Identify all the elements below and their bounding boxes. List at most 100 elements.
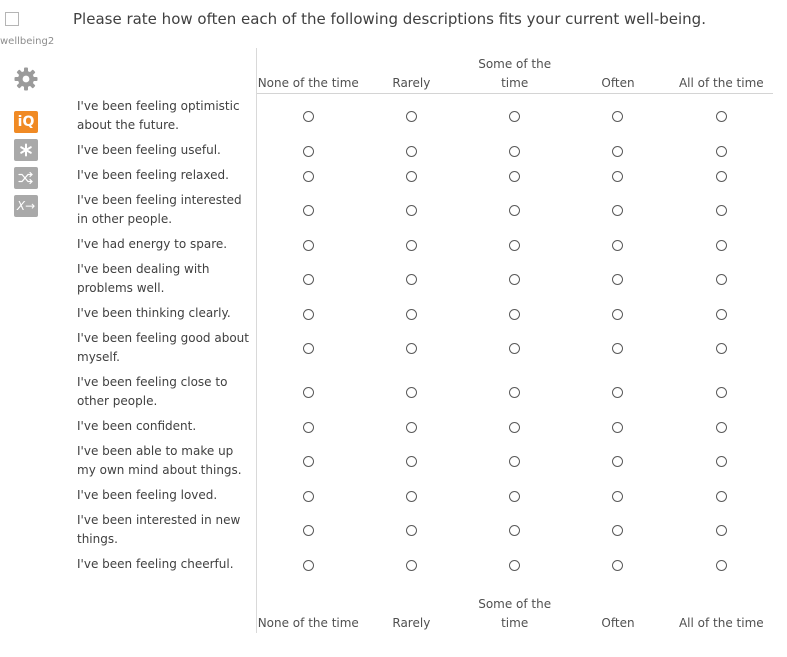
radio-button[interactable] [715, 274, 727, 285]
radio-button[interactable] [509, 387, 521, 398]
radio-button[interactable] [405, 559, 417, 571]
radio-button[interactable] [612, 239, 624, 251]
radio-button[interactable] [509, 421, 521, 433]
radio-button[interactable] [509, 559, 521, 571]
radio-button[interactable] [302, 343, 314, 354]
radio-button[interactable] [405, 274, 417, 285]
radio-button[interactable] [612, 145, 624, 157]
radio-button[interactable] [715, 387, 727, 398]
radio-button[interactable] [715, 525, 727, 536]
radio-button[interactable] [715, 170, 727, 182]
radio-button[interactable] [302, 205, 314, 216]
radio-button[interactable] [405, 456, 417, 467]
radio-button[interactable] [612, 525, 624, 536]
radio-button[interactable] [405, 170, 417, 182]
radio-button[interactable] [612, 343, 624, 354]
radio-button[interactable] [302, 421, 314, 433]
question-select-checkbox[interactable] [5, 12, 19, 26]
radio-button[interactable] [405, 308, 417, 320]
radio-cell [256, 188, 359, 232]
radio-button[interactable] [612, 490, 624, 502]
radio-button[interactable] [302, 170, 314, 182]
radio-cell [670, 552, 773, 577]
radio-button[interactable] [509, 274, 521, 285]
radio-button[interactable] [302, 274, 314, 285]
radio-button[interactable] [405, 421, 417, 433]
radio-button[interactable] [612, 308, 624, 320]
radio-button[interactable] [509, 343, 521, 354]
radio-button[interactable] [509, 490, 521, 502]
radio-button[interactable] [612, 559, 624, 571]
radio-button[interactable] [302, 111, 314, 123]
radio-cell [566, 326, 669, 370]
radio-button[interactable] [302, 239, 314, 251]
radio-button[interactable] [509, 170, 521, 182]
radio-button[interactable] [715, 145, 727, 157]
question-id-label: wellbeing2 [0, 36, 55, 47]
radio-cell [670, 508, 773, 552]
randomize-icon[interactable] [14, 167, 38, 189]
radio-button[interactable] [715, 239, 727, 251]
radio-button[interactable] [405, 490, 417, 502]
radio-button[interactable] [612, 274, 624, 285]
radio-button[interactable] [612, 205, 624, 216]
radio-button[interactable] [302, 559, 314, 571]
radio-button[interactable] [405, 525, 417, 536]
radio-button[interactable] [715, 205, 727, 216]
gear-icon[interactable] [14, 67, 38, 91]
radio-cell [463, 508, 566, 552]
radio-cell [566, 163, 669, 188]
statement-label: I've been feeling good about myself. [73, 325, 257, 370]
matrix-row: I've had energy to spare. [73, 231, 773, 257]
radio-button[interactable] [405, 111, 417, 123]
variable-icon[interactable]: X→ [14, 195, 38, 217]
radio-button[interactable] [612, 170, 624, 182]
radio-button[interactable] [715, 456, 727, 467]
radio-button[interactable] [302, 490, 314, 502]
radio-button[interactable] [715, 490, 727, 502]
radio-button[interactable] [509, 205, 521, 216]
radio-button[interactable] [612, 111, 624, 123]
radio-cell [670, 257, 773, 301]
radio-cell [670, 138, 773, 163]
radio-button[interactable] [302, 456, 314, 467]
radio-button[interactable] [715, 343, 727, 354]
radio-button[interactable] [405, 387, 417, 398]
radio-button[interactable] [612, 456, 624, 467]
radio-button[interactable] [715, 308, 727, 320]
matrix-header: None of the time Rarely Some of the time… [73, 48, 773, 94]
matrix-row: I've been feeling optimistic about the f… [73, 93, 773, 138]
radio-button[interactable] [509, 145, 521, 157]
radio-button[interactable] [302, 308, 314, 320]
radio-button[interactable] [612, 421, 624, 433]
radio-button[interactable] [509, 456, 521, 467]
radio-button[interactable] [405, 343, 417, 354]
radio-cell [360, 414, 463, 439]
radio-button[interactable] [715, 421, 727, 433]
radio-button[interactable] [405, 239, 417, 251]
radio-cell [360, 483, 463, 508]
radio-cell [566, 414, 669, 439]
radio-button[interactable] [302, 525, 314, 536]
radio-button[interactable] [509, 308, 521, 320]
radio-cell [360, 138, 463, 163]
iq-icon[interactable]: iQ [14, 111, 38, 133]
radio-button[interactable] [302, 145, 314, 157]
radio-cell [566, 138, 669, 163]
radio-button[interactable] [405, 145, 417, 157]
radio-button[interactable] [715, 559, 727, 571]
radio-cell [256, 552, 359, 577]
radio-button[interactable] [302, 387, 314, 398]
radio-button[interactable] [509, 525, 521, 536]
statement-label: I've been thinking clearly. [73, 300, 257, 326]
radio-button[interactable] [715, 111, 727, 123]
asterisk-icon[interactable] [14, 139, 38, 161]
radio-button[interactable] [612, 387, 624, 398]
radio-button[interactable] [509, 111, 521, 123]
column-header: All of the time [669, 48, 773, 94]
column-header: Some of the time [463, 48, 567, 94]
radio-button[interactable] [509, 239, 521, 251]
radio-cell [463, 163, 566, 188]
radio-cell [256, 483, 359, 508]
radio-button[interactable] [405, 205, 417, 216]
